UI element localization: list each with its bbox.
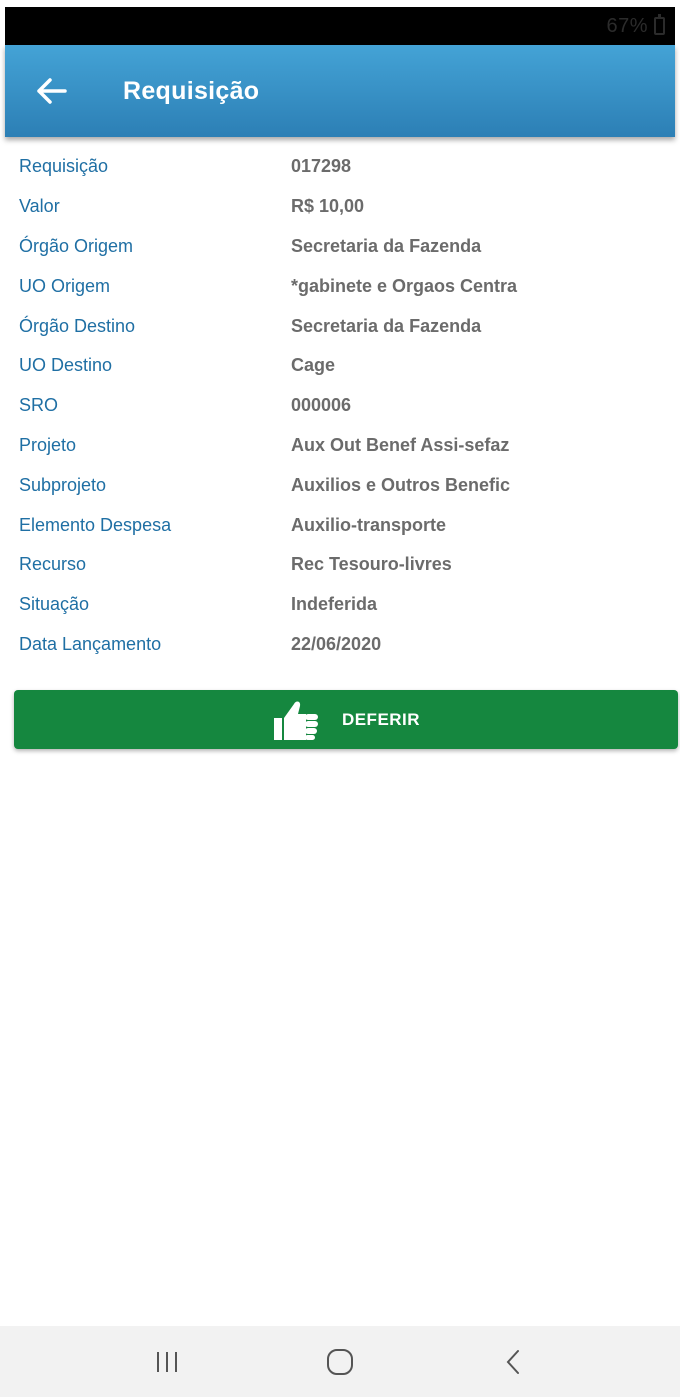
recent-apps-icon [156,1351,177,1372]
detail-value: 000006 [291,395,352,416]
detail-value: Auxilio-transporte [291,514,447,535]
deferir-label: DEFERIR [341,709,421,729]
back-nav-button[interactable] [473,1332,553,1392]
detail-label: UO Origem [19,275,111,296]
detail-value: 017298 [291,156,352,177]
thumbs-up-icon [273,701,318,740]
detail-label: Elemento Despesa [19,514,172,535]
detail-row: Data Lançamento 22/06/2020 [19,625,659,665]
detail-label: Valor [19,196,60,217]
detail-label: Data Lançamento [19,633,162,654]
back-chevron-icon [506,1349,520,1374]
detail-row: Situação Indeferida [19,585,659,625]
detail-value: Rec Tesouro-livres [291,554,452,575]
detail-row: Recurso Rec Tesouro-livres [19,545,659,585]
detail-label: SRO [19,395,59,416]
detail-value: R$ 10,00 [291,196,365,217]
detail-value: *gabinete e Orgaos Centra [291,275,518,296]
detail-row: SRO 000006 [19,386,659,426]
detail-label: Órgão Destino [19,315,136,336]
detail-value: Secretaria da Fazenda [291,315,482,336]
detail-label: Situação [19,594,90,615]
detail-label: Recurso [19,554,87,575]
home-button[interactable] [300,1332,380,1392]
page-title: Requisição [123,76,260,105]
detail-row: UO Destino Cage [19,346,659,386]
app-bar: Requisição [5,45,675,137]
system-nav-bar [0,1326,680,1397]
battery-icon [654,14,665,35]
detail-value: Auxilios e Outros Benefic [291,474,511,495]
detail-row: Elemento Despesa Auxilio-transporte [19,505,659,545]
detail-value: Secretaria da Fazenda [291,235,482,256]
detail-label: Subprojeto [19,474,107,495]
recent-apps-button[interactable] [127,1332,207,1392]
detail-label: Projeto [19,434,77,455]
detail-row: Requisição 017298 [19,147,659,187]
home-icon [326,1348,353,1375]
detail-label: Requisição [19,156,109,177]
detail-row: Valor R$ 10,00 [19,187,659,227]
detail-label: Órgão Origem [19,235,134,256]
deferir-button[interactable]: DEFERIR [14,690,678,749]
detail-row: Órgão Origem Secretaria da Fazenda [19,227,659,267]
arrow-left-icon [37,78,67,104]
detail-row: Projeto Aux Out Benef Assi-sefaz [19,426,659,466]
battery-percentage: 67% [606,14,648,37]
detail-value: Cage [291,355,336,376]
detail-row: Órgão Destino Secretaria da Fazenda [19,306,659,346]
detail-row: Subprojeto Auxilios e Outros Benefic [19,465,659,505]
detail-value: Aux Out Benef Assi-sefaz [291,434,510,455]
detail-label: UO Destino [19,355,113,376]
detail-row: UO Origem *gabinete e Orgaos Centra [19,266,659,306]
status-bar: 67% [5,7,675,45]
requisition-details: Requisição 017298 Valor R$ 10,00 Órgão Ori… [19,147,659,664]
back-button[interactable] [17,45,87,137]
detail-value: Indeferida [291,594,378,615]
detail-value: 22/06/2020 [291,633,382,654]
